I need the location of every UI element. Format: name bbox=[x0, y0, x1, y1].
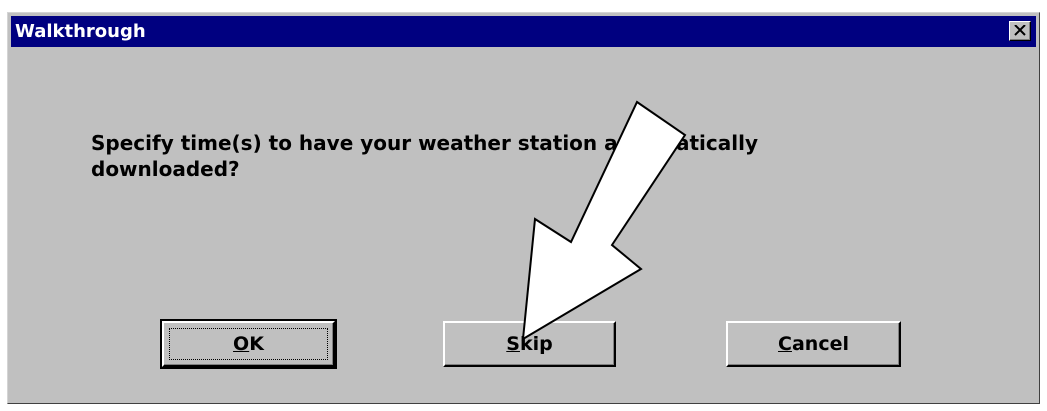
ok-mnemonic: O bbox=[233, 333, 250, 355]
skip-mnemonic: S bbox=[506, 333, 520, 355]
prompt-message: Specify time(s) to have your weather sta… bbox=[91, 130, 891, 182]
message-line-1: Specify time(s) to have your weather sta… bbox=[91, 131, 759, 155]
skip-label: kip bbox=[519, 333, 553, 355]
message-line-2: downloaded? bbox=[91, 157, 240, 181]
title-bar[interactable]: Walkthrough bbox=[11, 16, 1036, 47]
cancel-mnemonic: C bbox=[778, 333, 792, 355]
close-icon bbox=[1014, 25, 1026, 36]
skip-button[interactable]: Skip bbox=[443, 321, 616, 367]
cancel-button[interactable]: Cancel bbox=[726, 321, 901, 367]
ok-label: K bbox=[249, 333, 264, 355]
focus-rect: OK bbox=[169, 328, 328, 360]
cancel-label: ancel bbox=[791, 333, 849, 355]
ok-button[interactable]: OK bbox=[160, 319, 337, 369]
walkthrough-dialog: Walkthrough Specify time(s) to have your… bbox=[7, 12, 1040, 404]
window-title: Walkthrough bbox=[15, 21, 146, 42]
close-button[interactable] bbox=[1009, 21, 1031, 41]
